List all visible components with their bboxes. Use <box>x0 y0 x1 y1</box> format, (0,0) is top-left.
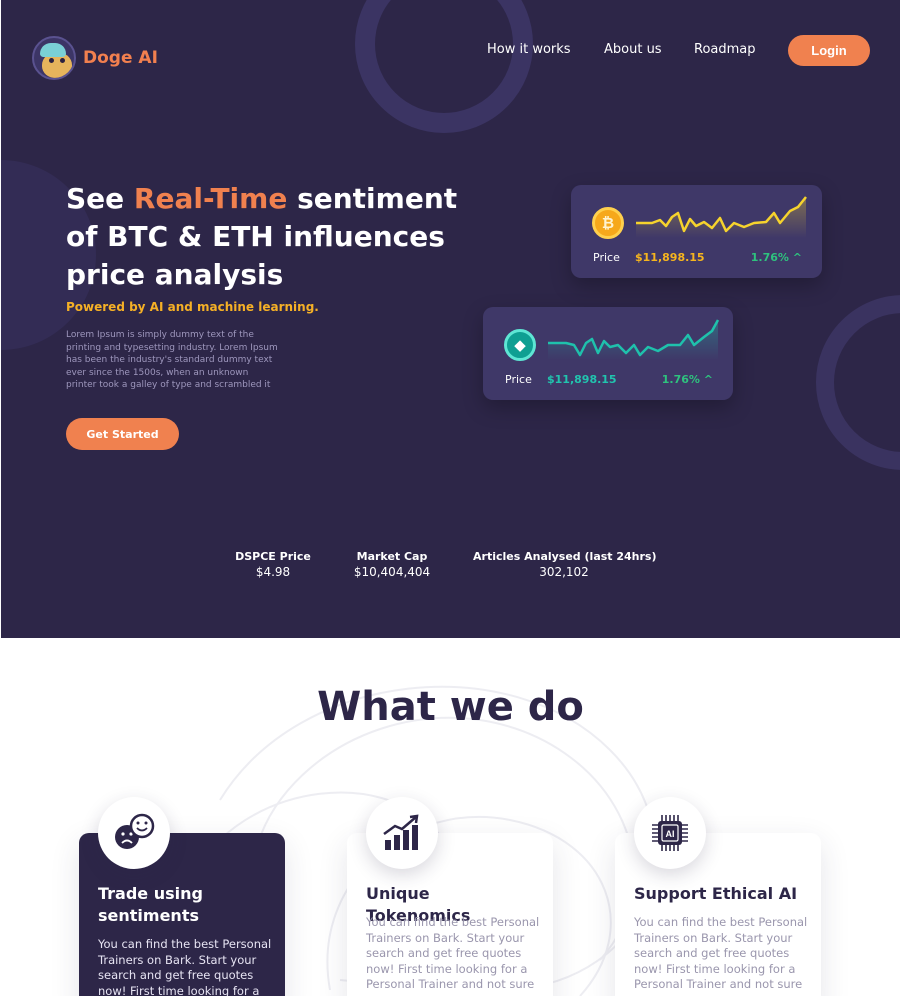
sentiment-faces-icon <box>98 797 170 869</box>
btc-sparkline <box>636 196 807 238</box>
decorative-ring <box>355 0 533 133</box>
stat-market-cap: Market Cap $10,404,404 <box>353 550 431 579</box>
brand-name: Doge AI <box>83 48 158 68</box>
feature-title: Trade using sentiments <box>98 884 203 925</box>
stat-value: $4.98 <box>255 565 291 579</box>
stat-label: Articles Analysed (last 24hrs) <box>473 550 657 563</box>
feature-title: Support Ethical AI <box>634 884 798 903</box>
section-title: What we do <box>317 684 584 730</box>
eth-sparkline <box>548 319 720 360</box>
stat-value: $10,404,404 <box>353 565 431 579</box>
btc-price-value: $11,898.15 <box>635 251 705 264</box>
hero-subline: Powered by AI and machine learning. <box>66 300 319 314</box>
stat-label: Market Cap <box>356 550 428 563</box>
growth-chart-icon <box>366 797 438 869</box>
stat-dspce-price: DSPCE Price $4.98 <box>235 550 311 579</box>
eth-price-card[interactable]: ◆ Price $11,898.15 1.76% ^ <box>483 307 733 400</box>
nav-how-it-works[interactable]: How it works <box>487 42 571 57</box>
stat-articles-analysed: Articles Analysed (last 24hrs) 302,102 <box>473 550 657 579</box>
login-button[interactable]: Login <box>788 35 870 66</box>
eth-price-label: Price <box>505 373 532 386</box>
bitcoin-icon: ₿ <box>592 207 624 239</box>
doge-astronaut-icon <box>32 36 76 80</box>
hero-section: Doge AI How it works About us Roadmap Lo… <box>1 0 900 638</box>
ai-chip-icon: AI <box>634 797 706 869</box>
feature-body: You can find the best Personal Trainers … <box>366 915 540 991</box>
brand-logo[interactable]: Doge AI <box>32 36 158 80</box>
nav-roadmap[interactable]: Roadmap <box>694 42 756 57</box>
feature-body: You can find the best Personal Trainers … <box>98 937 272 996</box>
eth-price-value: $11,898.15 <box>547 373 617 386</box>
hero-headline: See Real-Time sentiment of BTC & ETH inf… <box>66 182 458 291</box>
get-started-button[interactable]: Get Started <box>66 418 179 450</box>
decorative-ring <box>816 295 900 470</box>
headline-accent: Real-Time <box>133 182 288 215</box>
feature-body: You can find the best Personal Trainers … <box>634 915 808 991</box>
stat-value: 302,102 <box>539 565 589 579</box>
btc-price-change: 1.76% ^ <box>750 251 802 264</box>
hero-description: Lorem Ipsum is simply dummy text of the … <box>66 330 278 390</box>
nav-about-us[interactable]: About us <box>604 42 662 57</box>
ethereum-icon: ◆ <box>504 329 536 361</box>
svg-text:AI: AI <box>666 829 675 839</box>
btc-price-card[interactable]: ₿ Price $11,898.15 1.76% ^ <box>571 185 822 278</box>
stat-label: DSPCE Price <box>235 550 311 563</box>
eth-price-change: 1.76% ^ <box>661 373 713 386</box>
landing-page: Doge AI How it works About us Roadmap Lo… <box>0 0 901 996</box>
btc-price-label: Price <box>593 251 620 264</box>
